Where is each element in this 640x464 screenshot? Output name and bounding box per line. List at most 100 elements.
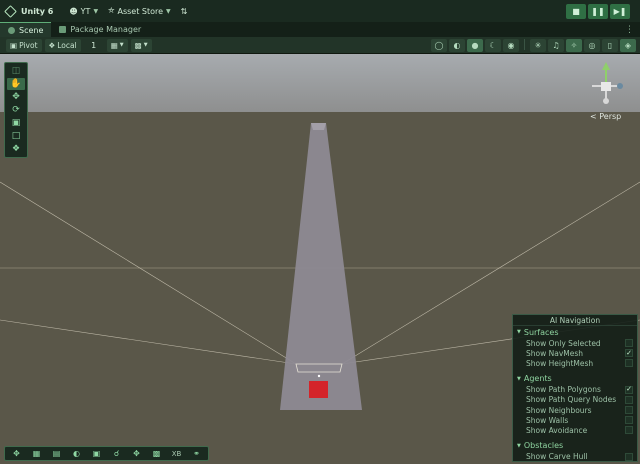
layers-icon[interactable]: ▤ <box>47 448 66 459</box>
pause-button[interactable]: ❚❚ <box>588 4 608 19</box>
chevron-down-icon: ▼ <box>143 42 148 48</box>
navmesh-strip-end <box>311 123 326 130</box>
chevron-down-icon: ▼ <box>166 7 171 15</box>
bounds-icon[interactable]: ▣ <box>87 448 106 459</box>
chevron-down-icon: ▼ <box>517 329 521 335</box>
unity-menu[interactable]: Unity 6 <box>4 4 53 18</box>
scale-tool-icon[interactable]: ▣ <box>7 117 25 129</box>
camera-mode-icon[interactable]: ◉ <box>503 39 519 52</box>
option-show-walls[interactable]: Show Walls <box>513 415 637 425</box>
chevron-down-icon: ▼ <box>119 42 124 48</box>
gizmos-icon[interactable]: ◈ <box>620 39 636 52</box>
play-button[interactable]: ■ <box>566 4 586 19</box>
rect-tool-icon[interactable]: □ <box>7 130 25 142</box>
grid-icon[interactable]: ▦ <box>27 448 46 459</box>
rotate-tool-icon[interactable]: ⟳ <box>7 104 25 116</box>
version-control-button[interactable]: ⇅ <box>181 7 188 16</box>
lighting-icon[interactable]: ☾ <box>485 39 501 52</box>
option-show-avoidance[interactable]: Show Avoidance <box>513 425 637 435</box>
version-control-icon: ⇅ <box>180 6 188 16</box>
asset-store-label: Asset Store <box>117 6 164 16</box>
checkbox[interactable] <box>625 406 633 415</box>
move-icon[interactable]: ✥ <box>7 448 26 459</box>
gizmo-z-axis <box>617 83 623 89</box>
effects-icon[interactable]: ✧ <box>566 39 582 52</box>
step-button[interactable]: ▶❚ <box>610 4 630 19</box>
section-obstacles[interactable]: ▼ Obstacles <box>513 440 637 452</box>
option-label: Show Carve Hull <box>526 452 588 462</box>
pivot-toggle[interactable]: ▣ Pivot <box>6 38 42 52</box>
tool-palette: ◫ ✋ ✥ ⟳ ▣ □ ❖ <box>4 62 28 158</box>
checkbox[interactable] <box>625 339 633 348</box>
unity-logo-icon <box>4 4 17 18</box>
option-show-path-query-nodes[interactable]: Show Path Query Nodes <box>513 395 637 405</box>
checkbox[interactable] <box>625 416 633 425</box>
checkbox[interactable] <box>625 452 633 461</box>
projection-label[interactable]: < Persp <box>590 112 621 121</box>
option-show-navmesh[interactable]: Show NavMesh ✓ <box>513 348 637 358</box>
gizmo-y-axis <box>602 62 610 70</box>
section-surfaces[interactable]: ▼ Surfaces <box>513 326 637 338</box>
option-show-heightmesh[interactable]: Show HeightMesh <box>513 358 637 368</box>
tab-scene[interactable]: Scene <box>0 22 52 37</box>
snap-icon: ▩ <box>134 40 142 50</box>
tab-label: Scene <box>19 25 44 35</box>
option-label: Show NavMesh <box>526 348 584 358</box>
section-label: Obstacles <box>523 441 564 450</box>
option-show-path-polygons[interactable]: Show Path Polygons ✓ <box>513 385 637 395</box>
visibility-icon[interactable]: ◎ <box>584 39 600 52</box>
light-toggle-icon[interactable]: ✳ <box>530 39 546 52</box>
tab-bar: Scene Package Manager ⋮ <box>0 22 640 37</box>
section-label: Agents <box>523 374 552 384</box>
transform-tool-icon[interactable]: ❖ <box>7 143 25 155</box>
move-tool-icon[interactable]: ✥ <box>7 91 25 103</box>
snap-icon[interactable]: ▩ <box>147 448 166 459</box>
pan-icon[interactable]: ✥ <box>127 448 146 459</box>
chevron-down-icon: ▼ <box>517 375 521 382</box>
link-icon[interactable]: ⚭ <box>187 448 206 459</box>
account-icon: ☻ <box>69 6 78 16</box>
shaded-icon[interactable]: ● <box>467 39 483 52</box>
hand-tool-icon[interactable]: ✋ <box>7 78 25 90</box>
option-label: Show Walls <box>526 415 569 425</box>
separator <box>524 39 525 50</box>
title-bar: Unity 6 ☻ YT ▼ ⛤ Asset Store ▼ ⇅ ■ ❚❚ ▶❚ <box>0 0 640 22</box>
audio-toggle-icon[interactable]: ♫ <box>548 39 564 52</box>
section-label: Surfaces <box>523 327 559 337</box>
checkbox[interactable]: ✓ <box>625 349 633 358</box>
option-label: Show Path Query Nodes <box>526 395 617 405</box>
view-tool-icon[interactable]: ◫ <box>7 65 25 77</box>
chevron-down-icon: ▼ <box>93 7 99 15</box>
section-agents[interactable]: ▼ Agents <box>513 373 637 385</box>
camera-icon[interactable]: ▯ <box>602 39 618 52</box>
increment-snap-button[interactable]: ▩ ▼ <box>130 38 152 52</box>
checkbox[interactable]: ✓ <box>625 385 633 394</box>
grid-snap-button[interactable]: ▦ ▼ <box>106 38 128 52</box>
shaded-wireframe-icon[interactable]: ◐ <box>449 39 465 52</box>
gizmo-center <box>601 82 611 91</box>
frustum-line <box>0 319 297 365</box>
grid-size-field[interactable]: 1 <box>84 39 104 52</box>
checkbox[interactable] <box>625 359 633 368</box>
asset-store-menu[interactable]: ⛤ Asset Store ▼ <box>108 6 171 16</box>
agent-cube <box>309 381 328 398</box>
scene-toolbar: ▣ Pivot ❖ Local 1 ▦ ▼ ▩ ▼ ◯ ◐ ● ☾ ◉ ✳ ♫ ✧ … <box>0 37 640 54</box>
checkbox[interactable] <box>625 426 633 435</box>
orientation-gizmo[interactable] <box>586 60 626 106</box>
tab-package-manager[interactable]: Package Manager <box>51 22 149 37</box>
search-icon[interactable]: ☌ <box>107 448 126 459</box>
bake-icon[interactable]: ◐ <box>67 448 86 459</box>
account-menu[interactable]: ☻ YT ▼ <box>69 7 98 16</box>
local-icon: ❖ <box>48 40 56 50</box>
more-options-icon[interactable]: ⋮ <box>625 25 640 35</box>
xb-button[interactable]: XB <box>167 448 186 459</box>
option-show-neighbours[interactable]: Show Neighbours <box>513 405 637 415</box>
checkbox[interactable] <box>625 395 633 404</box>
agent-marker <box>317 374 321 378</box>
option-show-carve-hull[interactable]: Show Carve Hull <box>513 452 637 462</box>
local-toggle[interactable]: ❖ Local <box>44 38 81 52</box>
wireframe-globe-icon[interactable]: ◯ <box>431 39 447 52</box>
option-show-only-selected[interactable]: Show Only Selected <box>513 338 637 348</box>
local-label: Local <box>57 40 77 50</box>
play-icon: ■ <box>572 7 580 16</box>
